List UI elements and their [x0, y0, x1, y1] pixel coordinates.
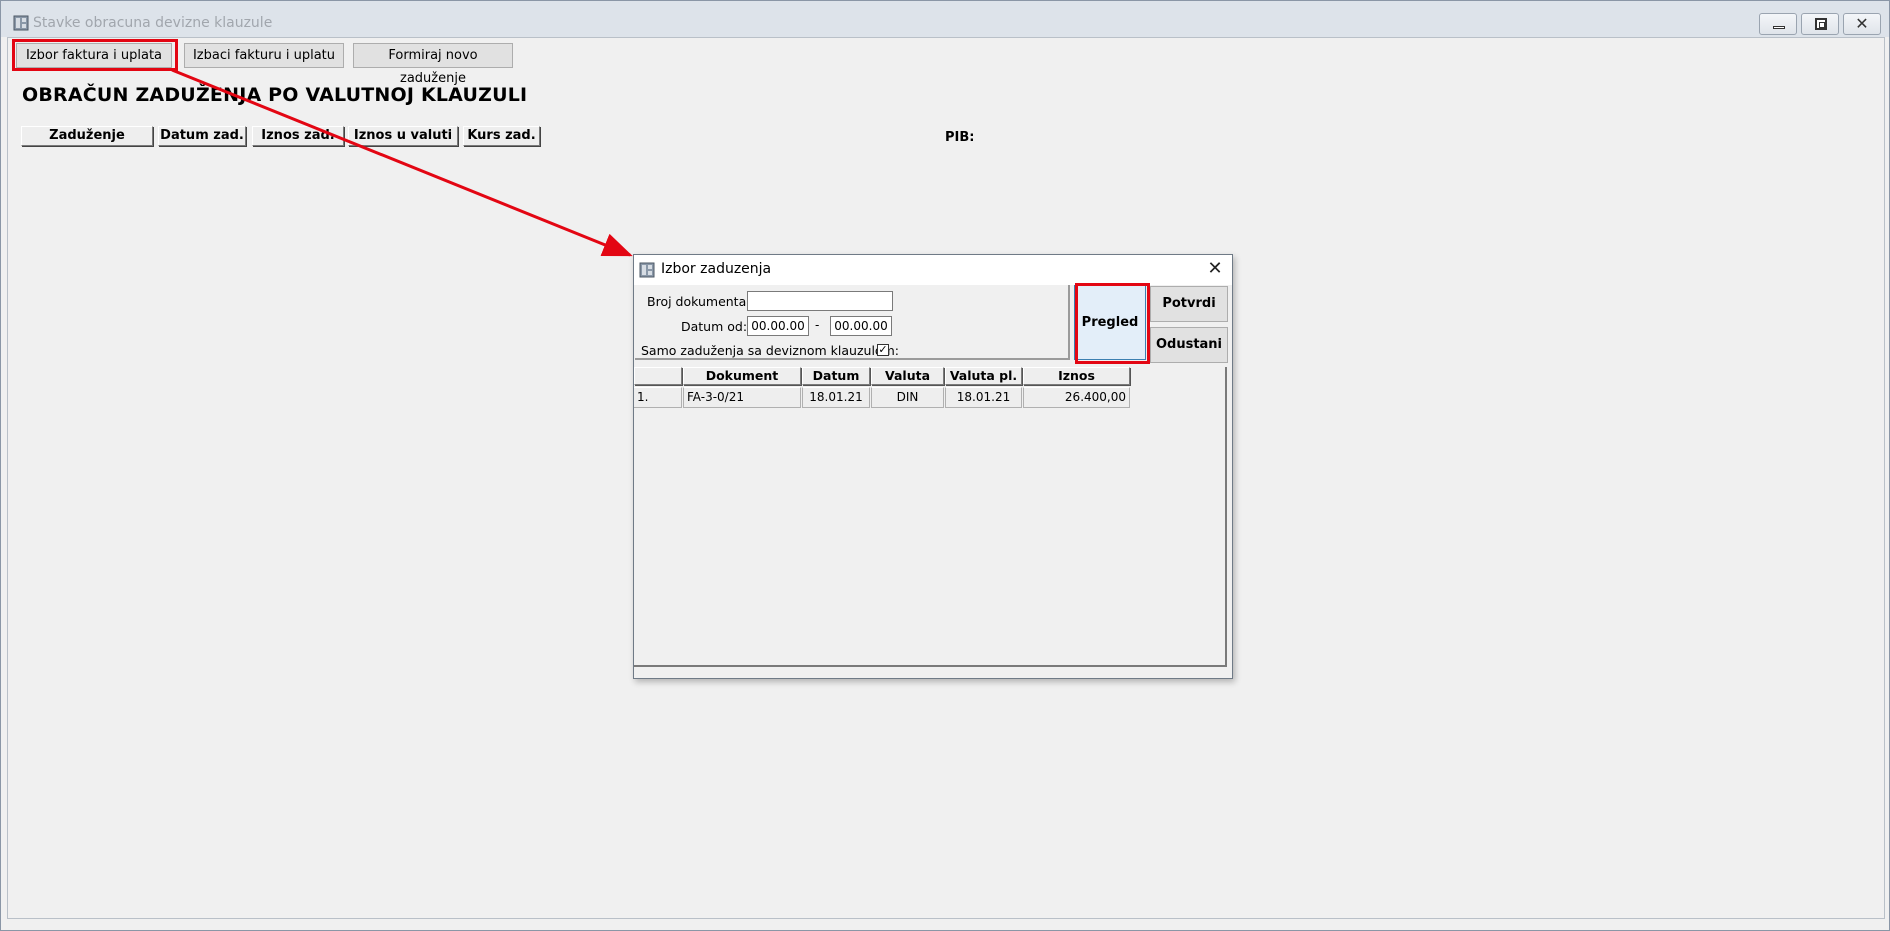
- minimize-button[interactable]: [1759, 13, 1797, 35]
- maximize-icon: [1815, 18, 1827, 30]
- filter-panel: Broj dokumenta: Datum od: 00.00.00 - 00.…: [635, 285, 1070, 360]
- formiraj-zaduzenje-button[interactable]: Formiraj novo zaduženje: [353, 43, 513, 86]
- close-window-button[interactable]: ✕: [1843, 13, 1881, 35]
- column-header-zaduzenje[interactable]: Zaduženje: [21, 126, 153, 146]
- dialog-title: Izbor zaduzenja: [661, 261, 772, 277]
- datum-od-label: Datum od:: [681, 319, 748, 334]
- table-header-dokument[interactable]: Dokument: [683, 367, 801, 385]
- datum-od-input[interactable]: 00.00.00: [747, 316, 809, 336]
- table-cell-dokument[interactable]: FA-3-0/21: [683, 387, 801, 408]
- datum-do-input[interactable]: 00.00.00: [830, 316, 892, 336]
- table-header-iznos[interactable]: Iznos: [1023, 367, 1130, 385]
- column-header-kurs-zad[interactable]: Kurs zad.: [463, 126, 540, 146]
- potvrdi-button[interactable]: Potvrdi: [1150, 286, 1228, 322]
- page-title: OBRAČUN ZADUŽENJA PO VALUTNOJ KLAUZULI: [22, 84, 528, 106]
- izbaci-fakturu-button[interactable]: Izbaci fakturu i uplatu: [184, 43, 344, 68]
- broj-dokumenta-label: Broj dokumenta:: [647, 294, 751, 309]
- table-cell-iznos[interactable]: 26.400,00: [1023, 387, 1130, 408]
- table-header-valuta-pl[interactable]: Valuta pl.: [945, 367, 1022, 385]
- table-header-index: [634, 367, 682, 385]
- samo-klauzula-checkbox[interactable]: ✓: [877, 344, 889, 356]
- pregled-button[interactable]: Pregled: [1074, 285, 1146, 360]
- table-cell-valuta-pl[interactable]: 18.01.21: [945, 387, 1022, 408]
- table-cell-valuta[interactable]: DIN: [871, 387, 944, 408]
- checkmark-icon: ✓: [878, 343, 888, 356]
- table-cell-datum[interactable]: 18.01.21: [802, 387, 870, 408]
- maximize-button[interactable]: [1801, 13, 1839, 35]
- samo-klauzula-label: Samo zaduženja sa deviznom klauzulom:: [641, 343, 899, 358]
- app-icon: [639, 262, 655, 278]
- app-icon: [13, 15, 29, 31]
- close-icon: ✕: [1855, 14, 1869, 33]
- date-range-separator: -: [815, 318, 820, 332]
- izbor-faktura-button[interactable]: Izbor faktura i uplata: [16, 43, 172, 68]
- izbor-zaduzenja-dialog: Izbor zaduzenja ✕ Broj dokumenta: Datum …: [633, 254, 1233, 679]
- column-header-iznos-u-valuti[interactable]: Iznos u valuti: [348, 126, 458, 146]
- table-header-datum[interactable]: Datum: [802, 367, 870, 385]
- broj-dokumenta-input[interactable]: [747, 291, 893, 311]
- odustani-button[interactable]: Odustani: [1150, 327, 1228, 363]
- column-header-iznos-zad[interactable]: Iznos zad.: [252, 126, 344, 146]
- pib-label: PIB:: [945, 130, 975, 145]
- table-header-valuta[interactable]: Valuta: [871, 367, 944, 385]
- main-titlebar[interactable]: Stavke obracuna devizne klauzule ✕: [1, 1, 1889, 37]
- column-header-datum-zad[interactable]: Datum zad.: [158, 126, 246, 146]
- minimize-icon: [1773, 26, 1785, 29]
- zaduzenja-table: Dokument Datum Valuta Valuta pl. Iznos 1…: [634, 367, 1227, 667]
- dialog-titlebar[interactable]: Izbor zaduzenja ✕: [634, 255, 1232, 285]
- table-cell-index[interactable]: 1.: [634, 387, 682, 408]
- window-title: Stavke obracuna devizne klauzule: [33, 15, 273, 31]
- close-icon[interactable]: ✕: [1202, 257, 1228, 281]
